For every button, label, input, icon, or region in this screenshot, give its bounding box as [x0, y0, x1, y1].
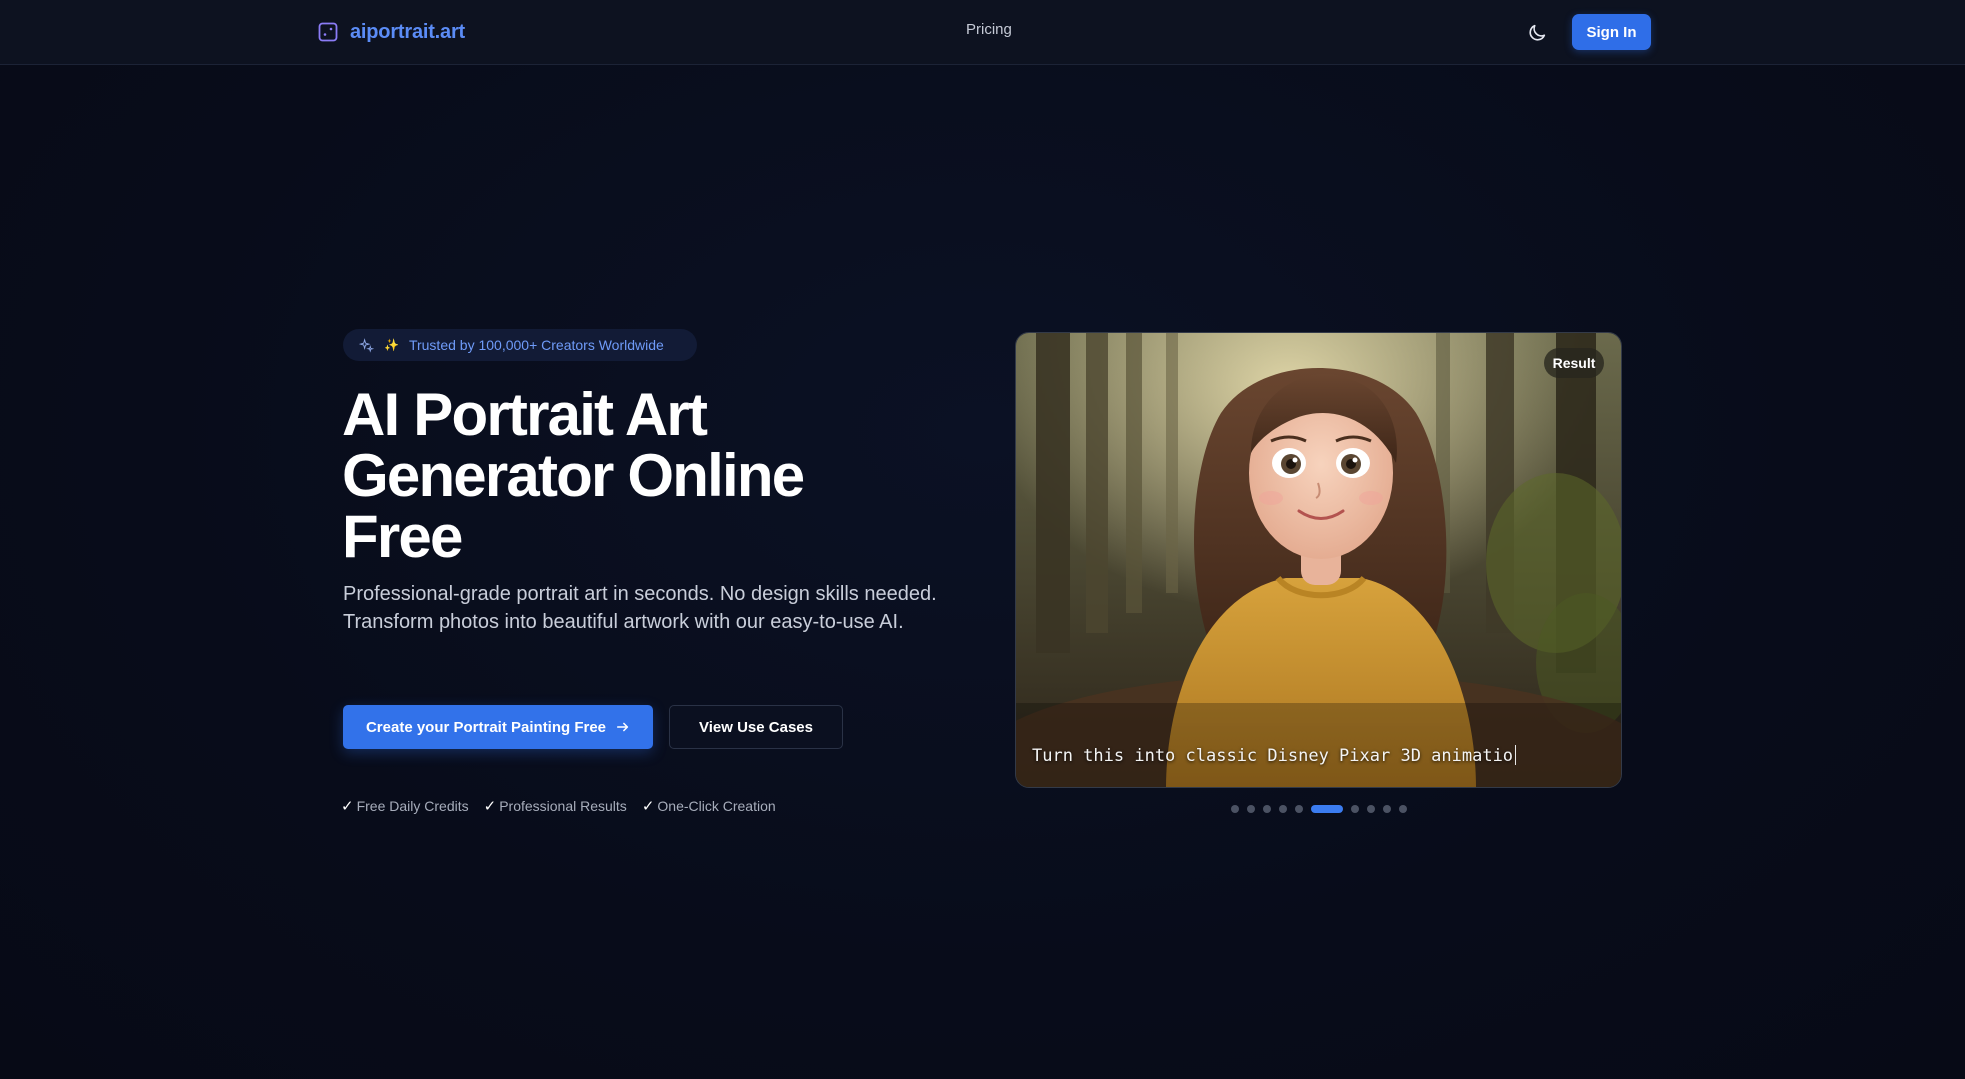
- carousel-dot[interactable]: [1279, 805, 1287, 813]
- feature-label: One-Click Creation: [657, 798, 776, 814]
- check-icon: ✓: [483, 798, 497, 815]
- portrait-result-image: [1016, 333, 1621, 787]
- sparkle-square-icon: [318, 22, 338, 42]
- top-navbar: aiportrait.art Pricing Sign In: [0, 0, 1965, 65]
- hero-title-line-1: AI Portrait Art: [342, 381, 708, 448]
- carousel-dot[interactable]: [1399, 805, 1407, 813]
- create-portrait-button[interactable]: Create your Portrait Painting Free: [343, 705, 653, 749]
- check-icon: ✓: [641, 798, 655, 815]
- nav-link-pricing[interactable]: Pricing: [966, 21, 1012, 38]
- brand-logo[interactable]: aiportrait.art: [318, 17, 465, 47]
- sparkles-icon: [359, 337, 374, 353]
- star-emoji-icon: ✨: [384, 338, 399, 352]
- carousel-dot[interactable]: [1351, 805, 1359, 813]
- brand-name: aiportrait.art: [350, 20, 466, 43]
- carousel-dot[interactable]: [1295, 805, 1303, 813]
- result-badge: Result: [1544, 348, 1604, 378]
- hero-title-line-3: Free: [342, 503, 463, 570]
- trust-badge: ✨ Trusted by 100,000+ Creators Worldwide: [343, 329, 697, 361]
- carousel-dot[interactable]: [1231, 805, 1239, 813]
- feature-item: ✓ One-Click Creation: [642, 797, 776, 815]
- check-icon: ✓: [341, 798, 354, 815]
- carousel-dot-active[interactable]: [1311, 805, 1343, 813]
- view-use-cases-button[interactable]: View Use Cases: [669, 705, 843, 749]
- sign-in-button[interactable]: Sign In: [1572, 14, 1651, 50]
- trust-badge-text: Trusted by 100,000+ Creators Worldwide: [408, 337, 664, 353]
- feature-item: ✓ Professional Results: [484, 797, 627, 815]
- carousel-dot[interactable]: [1367, 805, 1375, 813]
- hero-title-line-2: Generator Online: [342, 442, 805, 509]
- hero-title: AI Portrait Art Generator Online Free: [342, 384, 902, 567]
- prompt-text: Turn this into classic Disney Pixar 3D a…: [1032, 746, 1514, 766]
- prompt-caption: Turn this into classic Disney Pixar 3D a…: [1032, 745, 1517, 766]
- typing-cursor: [1515, 745, 1517, 765]
- hero-subtitle: Professional-grade portrait art in secon…: [343, 583, 937, 633]
- carousel-pagination: [1231, 804, 1407, 814]
- arrow-right-icon: [616, 722, 629, 732]
- moon-icon: [1529, 24, 1546, 41]
- feature-label: Professional Results: [499, 798, 627, 814]
- feature-item: ✓ Free Daily Credits: [341, 797, 469, 815]
- theme-toggle-button[interactable]: [1522, 20, 1552, 46]
- feature-list: ✓ Free Daily Credits ✓ Professional Resu…: [341, 797, 776, 815]
- feature-label: Free Daily Credits: [356, 798, 469, 814]
- carousel-dot[interactable]: [1383, 805, 1391, 813]
- carousel-dot[interactable]: [1263, 805, 1271, 813]
- create-portrait-button-label: Create your Portrait Painting Free: [365, 718, 607, 736]
- carousel-dot[interactable]: [1247, 805, 1255, 813]
- showcase-image-card[interactable]: Result Turn this into classic Disney Pix…: [1015, 332, 1622, 788]
